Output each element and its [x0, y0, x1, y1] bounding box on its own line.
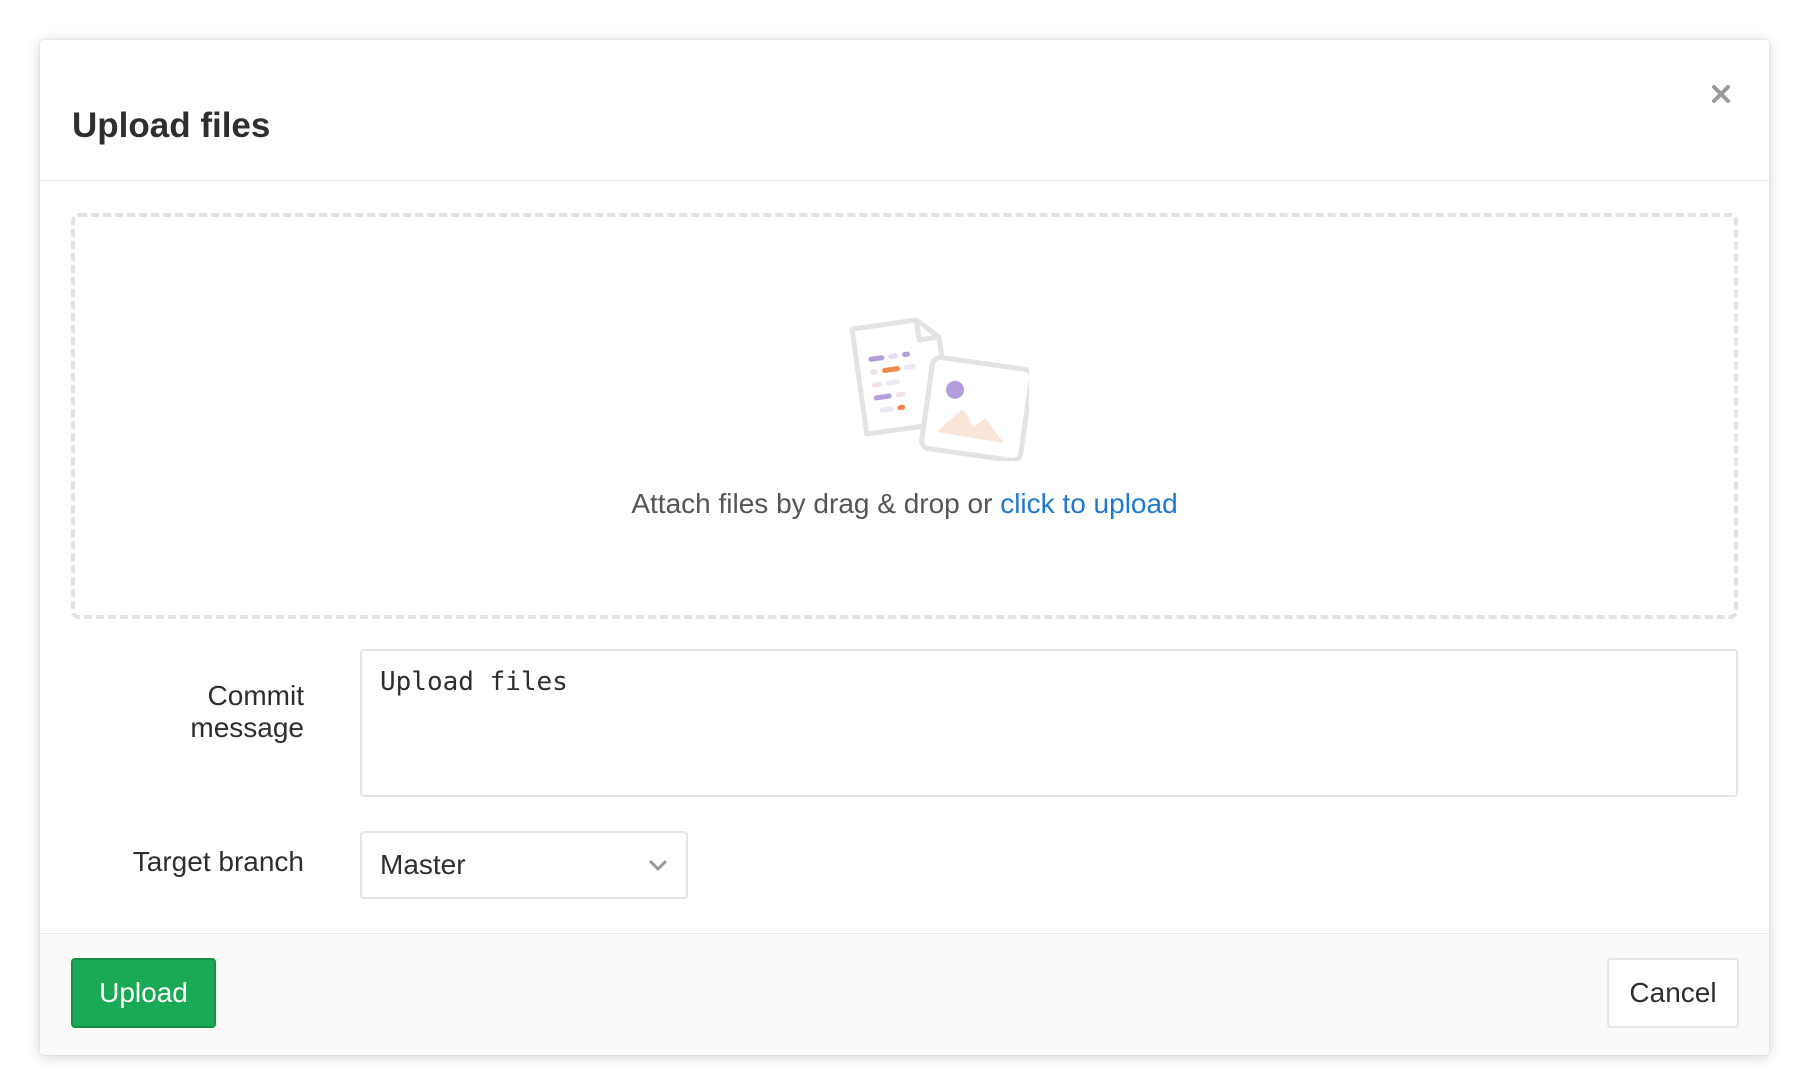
files-illustration-icon [849, 317, 1029, 461]
commit-message-input[interactable]: Upload files [360, 649, 1738, 797]
modal-title: Upload files [72, 106, 271, 145]
commit-message-label: Commit message [190, 680, 304, 743]
target-branch-select[interactable]: Master [360, 831, 688, 899]
cancel-button[interactable]: Cancel [1607, 958, 1739, 1028]
click-to-upload-link[interactable]: click to upload [1000, 488, 1177, 519]
modal-header: Upload files [40, 40, 1769, 181]
dropzone-instructions: Attach files by drag & drop or click to … [75, 488, 1734, 520]
modal-footer: Upload Cancel [40, 933, 1769, 1055]
upload-button[interactable]: Upload [71, 958, 216, 1028]
dropzone-text: Attach files by drag & drop or [631, 488, 1001, 519]
chevron-down-icon [649, 860, 667, 871]
target-branch-value: Master [380, 849, 466, 880]
target-branch-label: Target branch [132, 846, 304, 877]
file-dropzone[interactable]: Attach files by drag & drop or click to … [71, 213, 1738, 619]
close-icon [1712, 85, 1730, 103]
close-button[interactable] [1703, 76, 1739, 112]
upload-files-modal: Upload files Attach files by drag & drop… [40, 40, 1769, 1055]
